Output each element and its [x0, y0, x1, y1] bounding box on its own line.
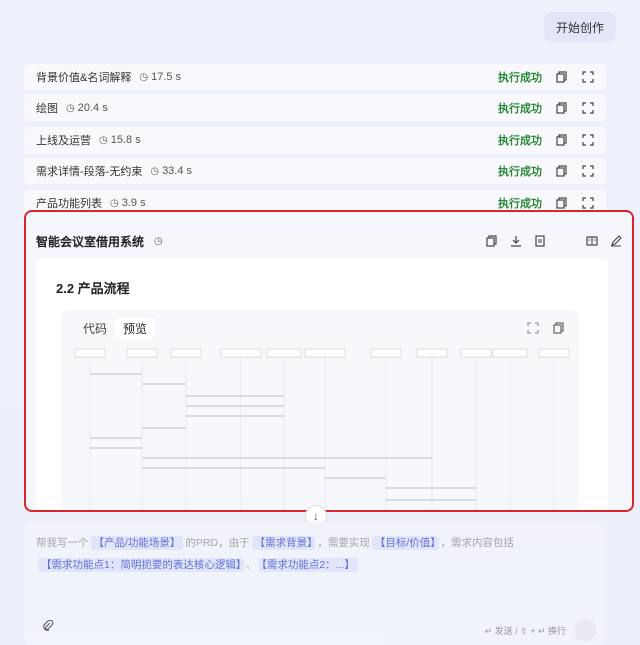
clock-icon: ◷	[139, 71, 149, 83]
clock-icon: ◷	[66, 102, 75, 114]
task-row: 需求详情-段落-无约束 ◷ 33.4 s 执行成功	[24, 158, 606, 184]
placeholder-chip[interactable]: 【需求功能点2：...】	[258, 558, 358, 572]
send-button[interactable]	[574, 619, 596, 641]
tab-preview[interactable]: 预览	[115, 318, 156, 339]
document-preview: 2.2 产品流程 代码 预览	[36, 258, 608, 510]
status-badge: 执行成功	[498, 103, 542, 115]
task-name: 上线及运营	[36, 135, 91, 147]
task-row: 绘图 ◷ 20.4 s 执行成功	[24, 95, 606, 121]
start-create-button[interactable]: 开始创作	[544, 12, 616, 42]
scrollbar[interactable]	[633, 282, 634, 302]
prompt-input[interactable]: 帮我写一个 【产品/功能场景】 的PRD，由于 【需求背景】 ，需要实现 【目标/价值】，…	[24, 522, 606, 645]
copy-icon[interactable]	[556, 165, 568, 177]
fullscreen-icon[interactable]	[527, 322, 539, 334]
placeholder-chip[interactable]: 【需求背景】	[251, 536, 316, 550]
panel-toolbar	[474, 235, 622, 247]
panel-title: 智能会议室借用系统	[36, 234, 145, 249]
download-icon[interactable]	[510, 235, 522, 247]
clock-icon: ◷	[154, 235, 163, 247]
edit-icon[interactable]	[610, 235, 622, 247]
expand-icon[interactable]	[582, 134, 594, 146]
expand-icon[interactable]	[582, 197, 594, 209]
copy-icon[interactable]	[553, 322, 565, 334]
clock-icon: ◷	[150, 165, 160, 177]
expand-icon[interactable]	[582, 102, 594, 114]
task-name: 背景价值&名词解释	[36, 72, 132, 84]
task-row: 上线及运营 ◷ 15.8 s 执行成功	[24, 127, 606, 153]
task-name: 需求详情-段落-无约束	[36, 166, 143, 178]
attachment-icon[interactable]	[42, 619, 54, 635]
status-badge: 执行成功	[498, 166, 542, 178]
task-duration: 33.4 s	[162, 165, 193, 177]
task-duration: 17.5 s	[151, 71, 182, 83]
book-icon[interactable]	[586, 235, 598, 247]
view-tabs: 代码 预览	[75, 318, 156, 339]
task-duration: 15.8 s	[110, 134, 141, 146]
copy-icon[interactable]	[556, 197, 568, 209]
copy-icon[interactable]	[556, 102, 568, 114]
clock-icon: ◷	[99, 134, 108, 146]
expand-icon[interactable]	[582, 71, 594, 83]
copy-icon[interactable]	[556, 71, 568, 83]
sequence-diagram	[74, 348, 570, 510]
task-duration: 20.4 s	[77, 102, 108, 114]
task-name: 绘图	[36, 103, 58, 115]
task-duration: 3.9 s	[121, 197, 146, 209]
panel-header: 智能会议室借用系统 ◷	[36, 232, 622, 250]
send-hint: ↵ 发送 / ⇧ + ↵ 换行	[484, 626, 566, 636]
expand-icon[interactable]	[582, 165, 594, 177]
copy-icon[interactable]	[556, 134, 568, 146]
status-badge: 执行成功	[498, 198, 542, 210]
status-badge: 执行成功	[498, 72, 542, 84]
copy-icon[interactable]	[486, 235, 498, 247]
prompt-template[interactable]: 帮我写一个 【产品/功能场景】 的PRD，由于 【需求背景】 ，需要实现 【目标/价值】，…	[36, 532, 596, 576]
section-title: 2.2 产品流程	[56, 281, 130, 296]
export-doc-icon[interactable]	[534, 235, 546, 247]
status-badge: 执行成功	[498, 135, 542, 147]
code-card: 代码 预览	[61, 310, 579, 510]
tab-code[interactable]: 代码	[75, 318, 115, 339]
clock-icon: ◷	[110, 197, 119, 209]
result-panel: 智能会议室借用系统 ◷ 2.2 产品流程 代码 预览	[24, 210, 634, 512]
task-row: 背景价值&名词解释 ◷ 17.5 s 执行成功	[24, 64, 606, 90]
task-name: 产品功能列表	[36, 198, 102, 210]
placeholder-chip[interactable]: 【目标/价值】	[371, 536, 439, 550]
placeholder-chip[interactable]: 【需求功能点1：简明扼要的表达核心逻辑】	[38, 558, 245, 572]
placeholder-chip[interactable]: 【产品/功能场景】	[90, 536, 184, 550]
arrow-down-icon: ↓	[313, 509, 319, 523]
